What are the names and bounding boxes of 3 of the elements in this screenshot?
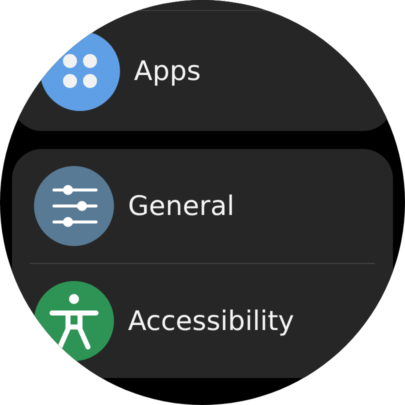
settings-item[interactable]: General bbox=[12, 149, 393, 263]
settings-item[interactable]: Apps bbox=[12, 11, 393, 131]
settings-item[interactable]: Accessibility bbox=[12, 264, 393, 378]
